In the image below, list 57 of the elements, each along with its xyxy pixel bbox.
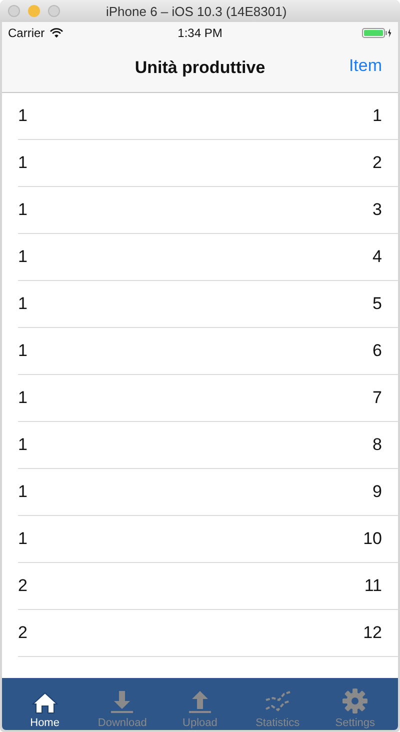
tab-label: Download [98, 717, 147, 729]
battery-icon [362, 28, 392, 38]
tab-label: Settings [335, 717, 376, 729]
tab-label: Statistics [256, 717, 300, 729]
tab-label: Home [30, 717, 60, 729]
row-label: 1 [18, 200, 28, 220]
item-button[interactable]: Item [348, 56, 382, 76]
zoom-icon[interactable] [48, 5, 60, 17]
row-value: 5 [372, 294, 382, 314]
row-label: 1 [18, 341, 28, 361]
row-value: 12 [363, 623, 382, 643]
list-row[interactable]: 2 11 [18, 563, 398, 610]
list-row[interactable]: 1 2 [18, 140, 398, 187]
list-row[interactable]: 1 1 [18, 93, 398, 140]
row-value: 1 [372, 106, 382, 126]
list-row[interactable]: 1 9 [18, 469, 398, 516]
line-chart-icon [264, 690, 292, 714]
tab-label: Upload [182, 717, 218, 729]
status-time: 1:34 PM [178, 26, 222, 40]
row-value: 7 [372, 388, 382, 408]
list-row[interactable]: 1 5 [18, 281, 398, 328]
window-title: iPhone 6 – iOS 10.3 (14E8301) [106, 4, 287, 18]
home-icon [32, 692, 58, 714]
list-row[interactable]: 1 7 [18, 375, 398, 422]
row-value: 8 [372, 435, 382, 455]
list-row[interactable]: 1 4 [18, 234, 398, 281]
row-label: 1 [18, 247, 28, 267]
row-label: 1 [18, 482, 28, 502]
row-value: 2 [372, 153, 382, 173]
row-value: 6 [372, 341, 382, 361]
upload-icon [188, 690, 212, 714]
row-label: 2 [18, 623, 28, 643]
minimize-icon[interactable] [28, 5, 40, 17]
list-row[interactable]: 1 10 [18, 516, 398, 563]
row-label: 2 [18, 576, 28, 596]
row-label: 1 [18, 153, 28, 173]
row-value: 11 [364, 576, 382, 596]
row-value: 3 [372, 200, 382, 220]
row-value: 9 [372, 482, 382, 502]
row-label: 1 [18, 435, 28, 455]
row-label: 1 [18, 294, 28, 314]
list-row[interactable]: 2 12 [18, 610, 398, 657]
nav-title: Unità produttive [134, 58, 266, 78]
row-value: 4 [372, 247, 382, 267]
row-label: 1 [18, 529, 28, 549]
row-value: 10 [363, 529, 382, 549]
row-label: 1 [18, 106, 28, 126]
list-row[interactable]: 1 6 [18, 328, 398, 375]
row-label: 1 [18, 388, 28, 408]
download-icon [110, 690, 134, 714]
close-icon[interactable] [8, 5, 20, 17]
carrier-label: Carrier [8, 26, 45, 40]
tab[interactable]: Home [8, 692, 81, 729]
settings-icon [342, 688, 368, 714]
wifi-icon [50, 28, 63, 38]
list-row[interactable]: 1 3 [18, 187, 398, 234]
list-row[interactable]: 1 8 [18, 422, 398, 469]
